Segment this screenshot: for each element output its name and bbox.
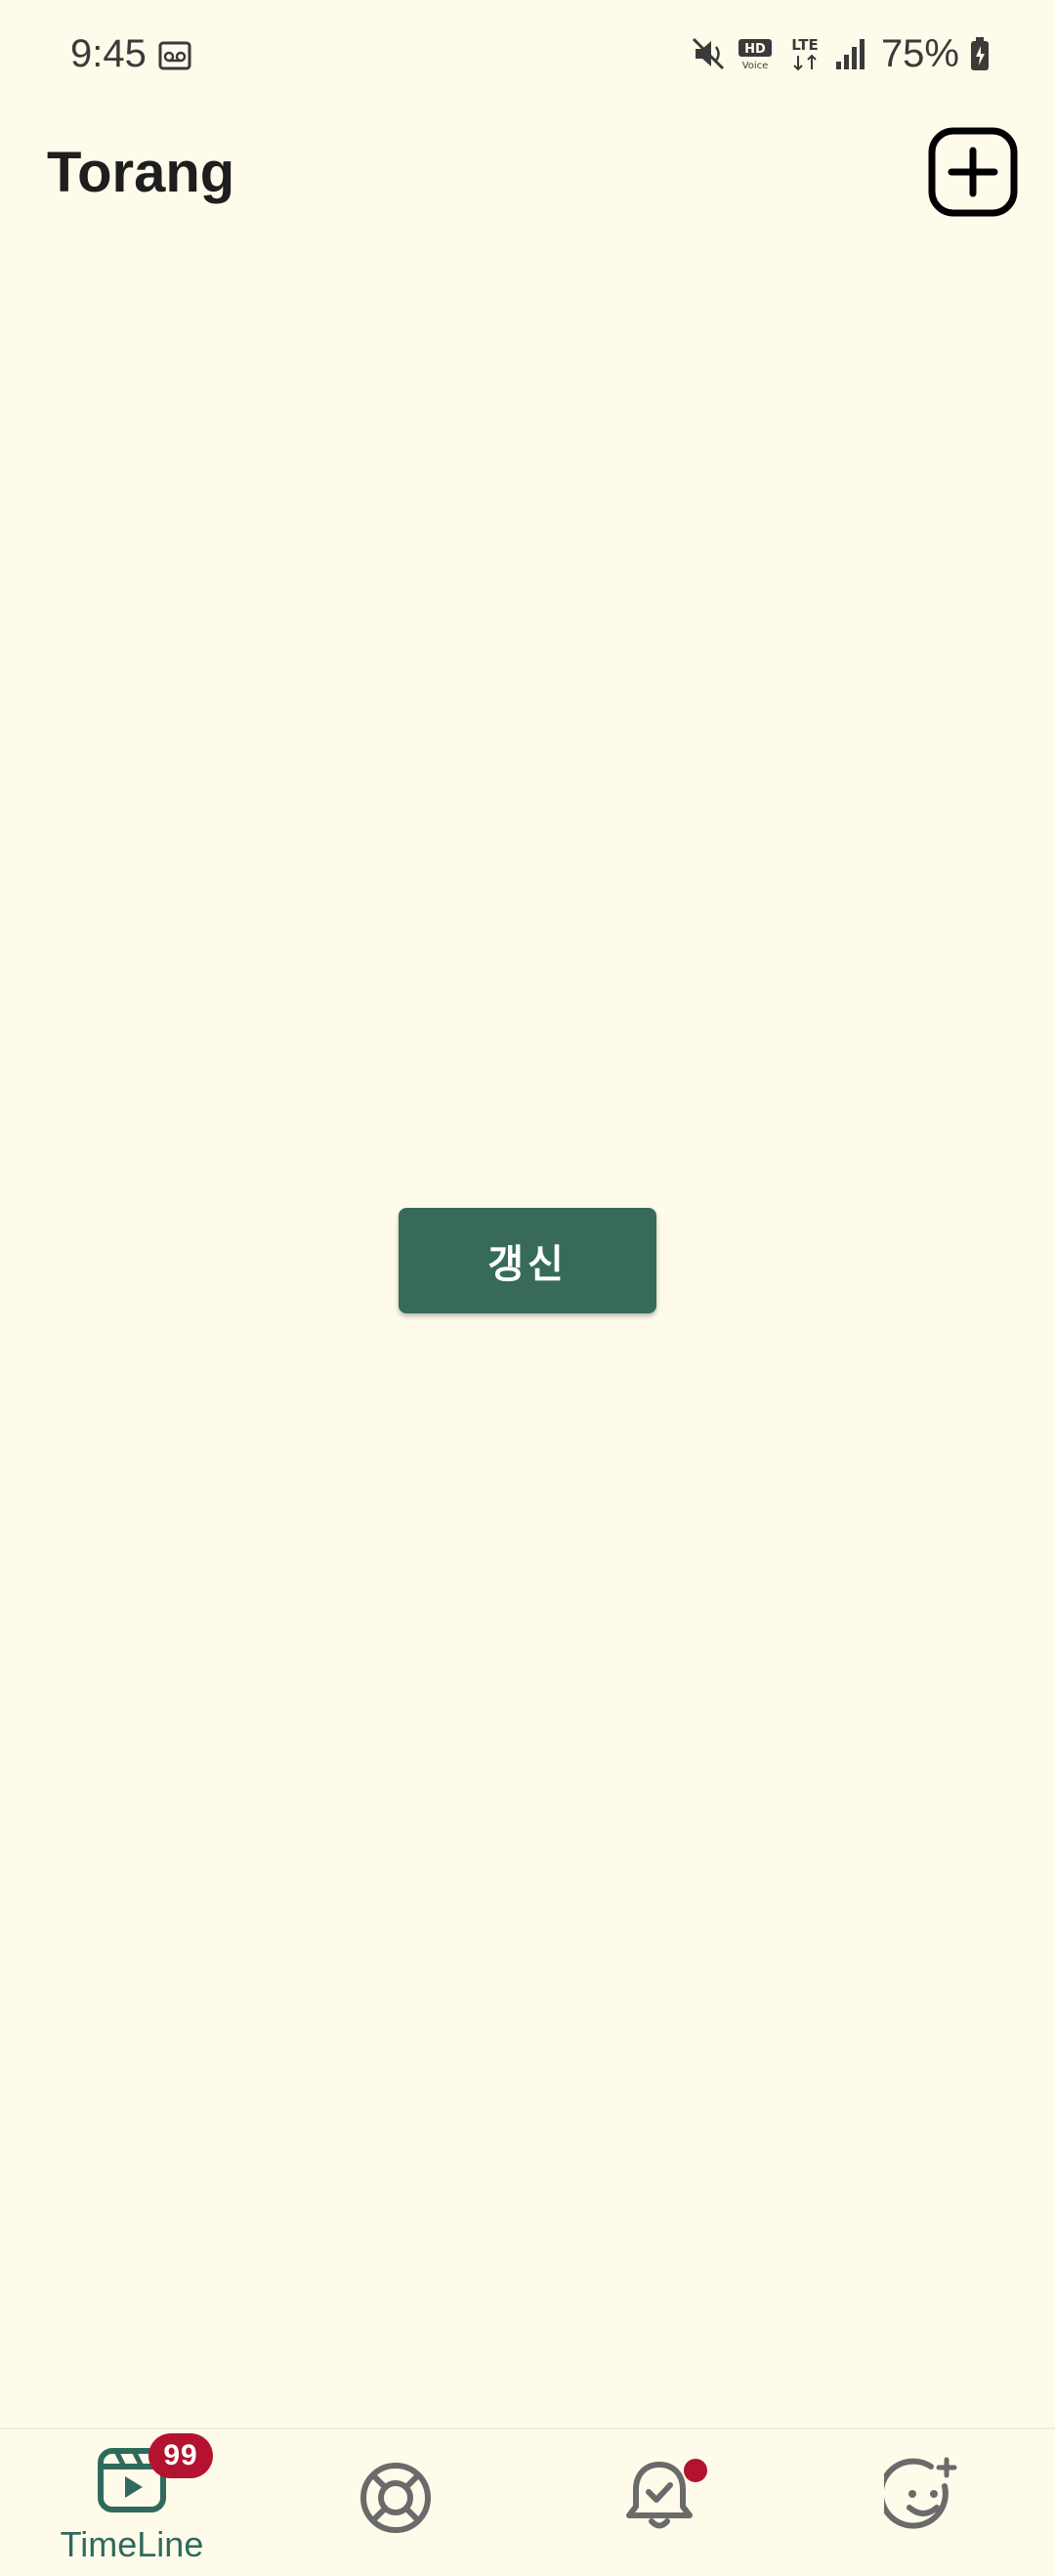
smile-sparkle-icon <box>884 2457 957 2529</box>
nav-item-support[interactable] <box>298 2429 493 2576</box>
mute-icon <box>692 37 724 70</box>
hd-voice-icon: HD Voice <box>738 39 772 71</box>
plus-square-icon <box>928 127 1018 217</box>
svg-text:HD: HD <box>744 42 766 57</box>
voicemail-icon <box>158 41 191 70</box>
refresh-button[interactable]: 갱신 <box>399 1208 656 1313</box>
status-time: 9:45 <box>70 32 147 75</box>
nav-label-timeline: TimeLine <box>60 2524 204 2564</box>
page-title: Torang <box>47 141 235 204</box>
notification-dot <box>684 2459 707 2482</box>
timeline-badge: 99 <box>148 2433 213 2478</box>
nav-item-notifications[interactable] <box>562 2429 757 2576</box>
lifebuoy-icon <box>360 2463 431 2533</box>
add-button[interactable] <box>926 125 1020 219</box>
status-icons: HD Voice LTE 75% <box>680 29 991 78</box>
status-bar: 9:45 HD Voice LTE 75% <box>0 0 1055 109</box>
svg-text:LTE: LTE <box>791 36 819 54</box>
lte-icon: LTE <box>791 36 819 71</box>
svg-text:Voice: Voice <box>742 61 769 71</box>
battery-percent: 75% <box>880 32 959 75</box>
signal-icon <box>835 39 865 69</box>
nav-item-profile[interactable] <box>825 2429 1021 2576</box>
battery-charging-icon <box>971 37 989 70</box>
screen: 9:45 HD Voice LTE 75% Torang 갱신 TimeLine… <box>0 0 1055 2576</box>
